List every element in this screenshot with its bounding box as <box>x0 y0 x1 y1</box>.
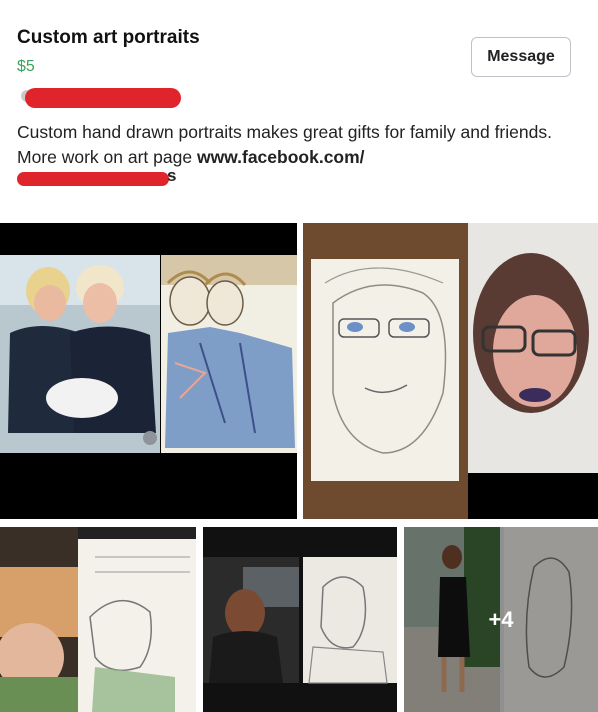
redacted-link-tail: s <box>17 166 187 192</box>
gallery-photo-2[interactable] <box>303 223 598 519</box>
gallery-photo-3[interactable] <box>0 527 196 712</box>
redacted-seller-name <box>25 88 181 108</box>
seller-row[interactable] <box>17 86 181 112</box>
link-tail-suffix: s <box>167 166 177 185</box>
listing-price: $5 <box>17 58 35 75</box>
listing-title: Custom art portraits <box>17 27 200 48</box>
listing-description: Custom hand drawn portraits makes great … <box>17 120 577 170</box>
message-button[interactable]: Message <box>471 37 571 77</box>
gallery-photo-4[interactable] <box>203 527 397 712</box>
gallery-photo-5[interactable]: +4 <box>404 527 598 712</box>
description-link[interactable]: www.facebook.com/ <box>197 147 365 167</box>
more-photos-overlay[interactable]: +4 <box>404 527 598 712</box>
gallery-photo-1[interactable] <box>0 223 297 519</box>
